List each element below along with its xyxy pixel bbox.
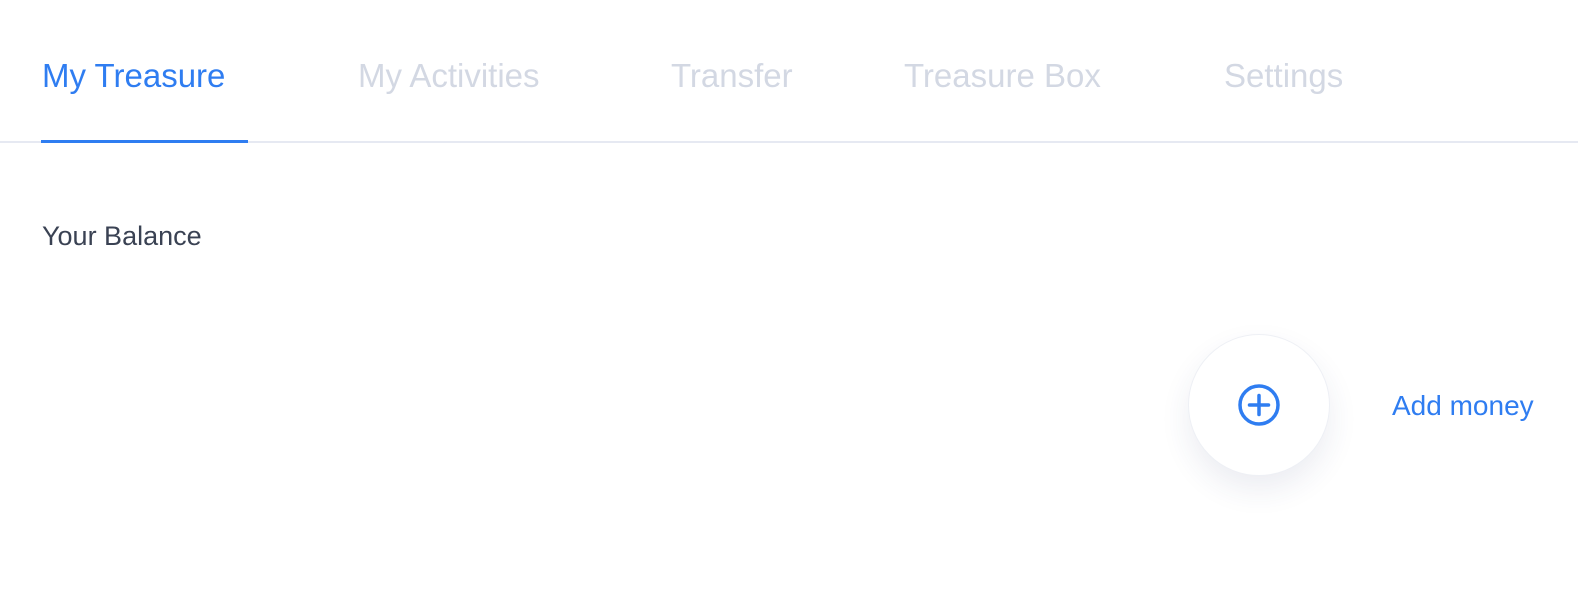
add-money-button[interactable] <box>1188 334 1330 476</box>
active-tab-indicator <box>41 140 248 143</box>
tab-treasure-box[interactable]: Treasure Box <box>904 54 1101 98</box>
tab-my-activities[interactable]: My Activities <box>358 54 540 98</box>
tab-my-treasure[interactable]: My Treasure <box>42 54 225 98</box>
plus-circle-icon <box>1238 384 1280 426</box>
add-money-link[interactable]: Add money <box>1392 388 1534 424</box>
balance-label: Your Balance <box>42 221 202 251</box>
treasure-page: My Treasure My Activities Transfer Treas… <box>0 0 1578 604</box>
tab-transfer[interactable]: Transfer <box>671 54 793 98</box>
tab-bar: My Treasure My Activities Transfer Treas… <box>0 0 1578 143</box>
tab-settings[interactable]: Settings <box>1224 54 1343 98</box>
